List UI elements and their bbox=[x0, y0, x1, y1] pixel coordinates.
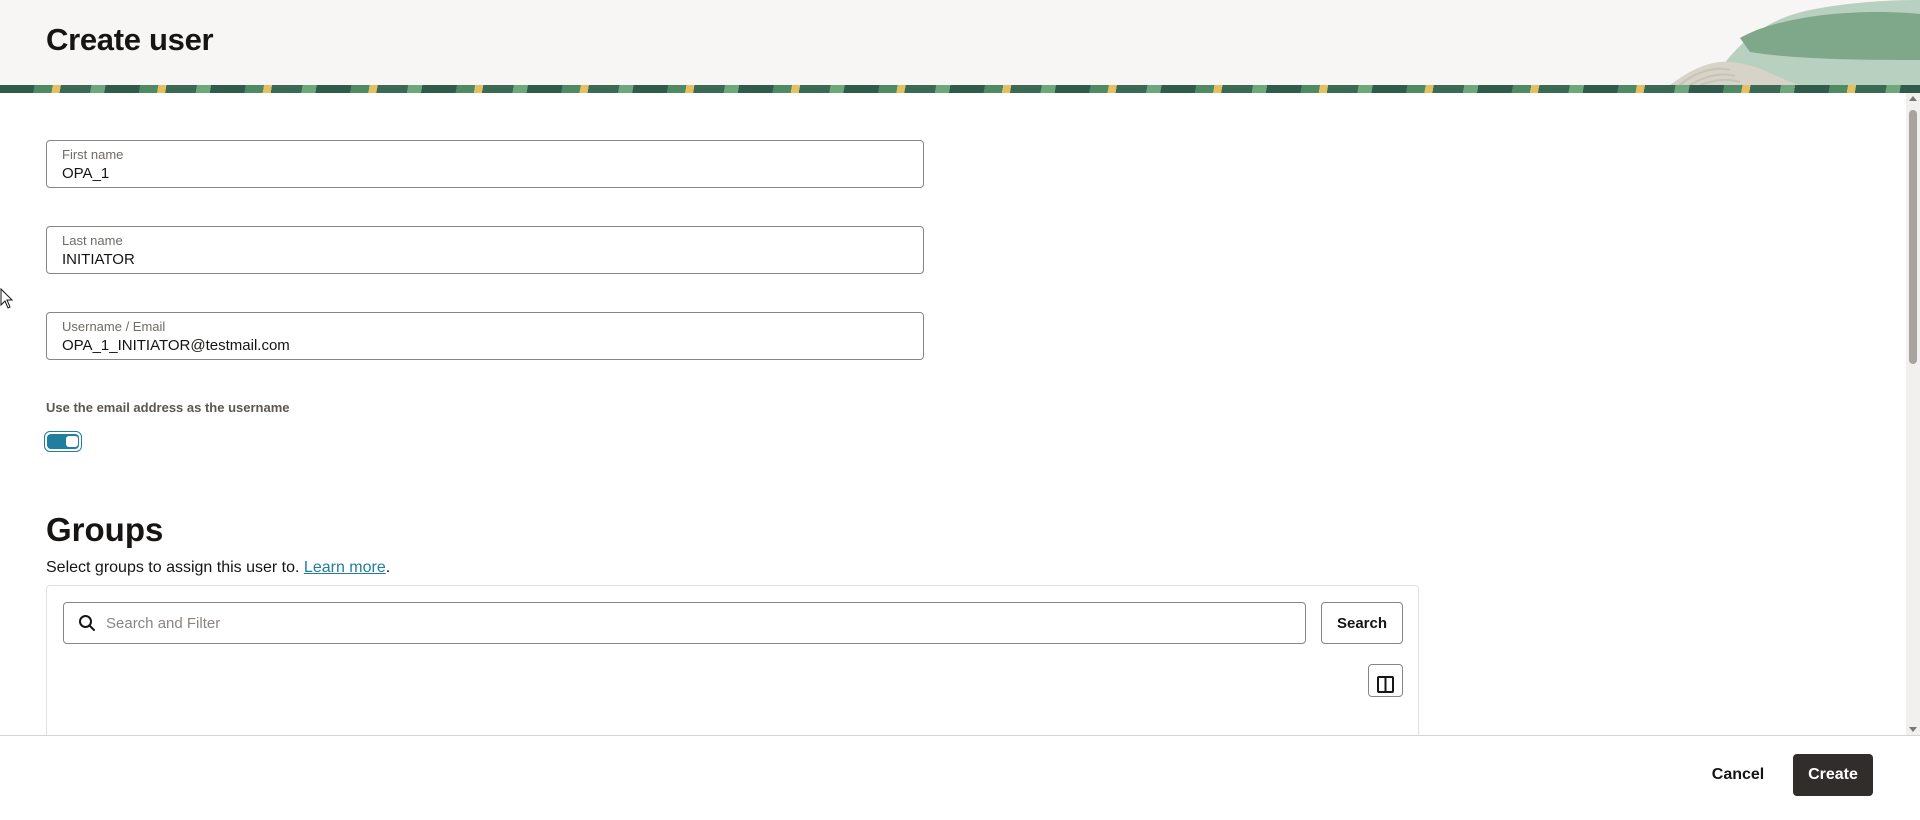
use-email-toggle-label: Use the email address as the username bbox=[46, 400, 290, 415]
use-email-toggle[interactable] bbox=[44, 431, 82, 452]
first-name-input[interactable] bbox=[62, 163, 902, 183]
search-filter-input[interactable] bbox=[106, 613, 1286, 633]
page-header: Create user bbox=[0, 0, 1920, 85]
cancel-button[interactable]: Cancel bbox=[1700, 754, 1776, 796]
toggle-track bbox=[47, 434, 79, 449]
learn-more-link[interactable]: Learn more bbox=[304, 559, 386, 576]
groups-description: Select groups to assign this user to. Le… bbox=[46, 559, 390, 577]
groups-description-period: . bbox=[385, 559, 391, 576]
first-name-field[interactable]: First name bbox=[46, 140, 924, 188]
groups-panel: Search bbox=[46, 585, 1419, 735]
scroll-up-icon[interactable] bbox=[1909, 96, 1917, 101]
username-email-label: Username / Email bbox=[62, 319, 166, 334]
create-button[interactable]: Create bbox=[1793, 754, 1873, 796]
username-email-input[interactable] bbox=[62, 335, 902, 355]
search-icon bbox=[79, 615, 95, 631]
last-name-label: Last name bbox=[62, 233, 123, 248]
username-email-field[interactable]: Username / Email bbox=[46, 312, 924, 360]
columns-button[interactable] bbox=[1368, 664, 1403, 697]
page-scrollbar[interactable] bbox=[1906, 93, 1920, 735]
last-name-input[interactable] bbox=[62, 249, 902, 269]
first-name-label: First name bbox=[62, 147, 124, 162]
groups-heading: Groups bbox=[46, 511, 164, 548]
create-user-form: First name Last name Username / Email Us… bbox=[0, 93, 1906, 735]
groups-description-text: Select groups to assign this user to. bbox=[46, 559, 300, 576]
header-banner-strip bbox=[0, 85, 1920, 93]
search-filter-box[interactable] bbox=[63, 602, 1306, 644]
columns-icon bbox=[1377, 675, 1394, 693]
toggle-knob bbox=[66, 436, 78, 447]
scrollbar-thumb[interactable] bbox=[1909, 110, 1917, 364]
form-footer: Cancel Create bbox=[0, 735, 1920, 820]
last-name-field[interactable]: Last name bbox=[46, 226, 924, 274]
header-illustration bbox=[1670, 0, 1920, 85]
search-button[interactable]: Search bbox=[1321, 602, 1403, 644]
page-title: Create user bbox=[46, 22, 214, 57]
mouse-cursor-icon bbox=[0, 288, 14, 309]
scroll-down-icon[interactable] bbox=[1909, 727, 1917, 732]
